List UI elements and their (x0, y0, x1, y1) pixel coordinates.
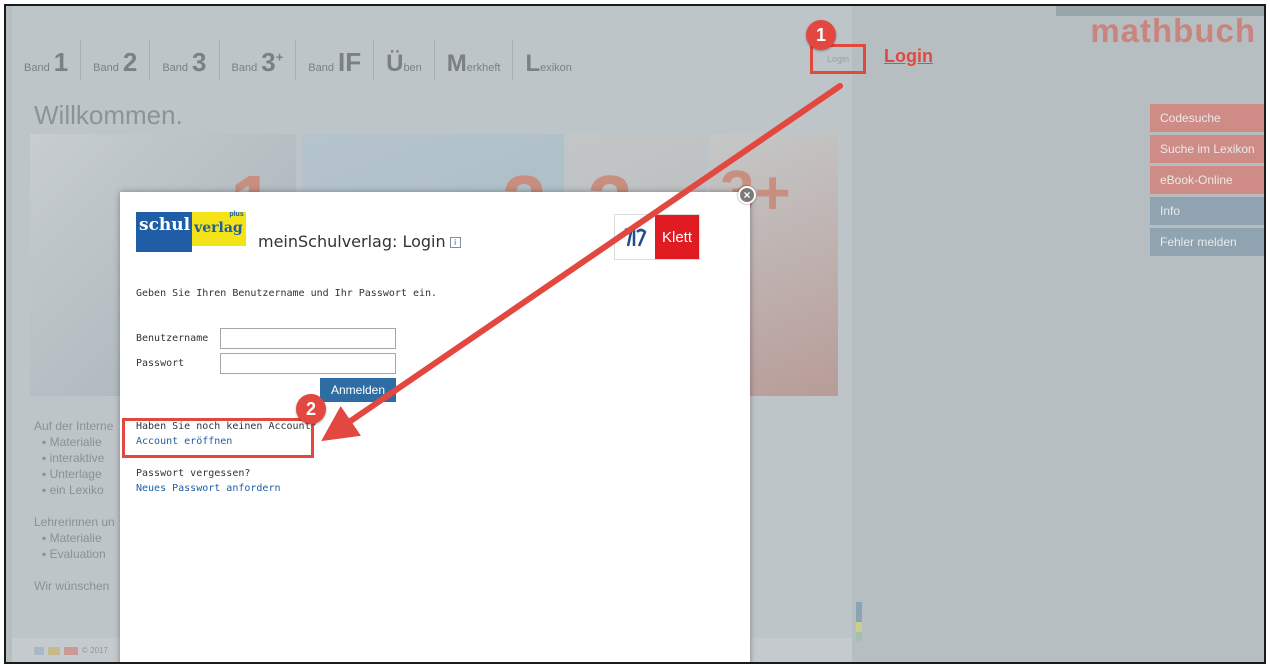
nav-band-1[interactable]: Band 1 (12, 40, 82, 80)
side-item-codesuche[interactable]: Codesuche (1150, 104, 1264, 132)
klett-logo: Klett (614, 214, 700, 260)
schulverlag-logo: schul verlag plus (136, 211, 246, 252)
logo-verlag-text: verlag (194, 220, 243, 236)
top-navigation: Band 1 Band 2 Band 3 Band 3+ Band IF Ü b… (12, 40, 722, 80)
list-item-text: Materialie (49, 531, 102, 545)
nav-band-number: 1 (53, 47, 69, 77)
side-item-info[interactable]: Info (1150, 197, 1264, 225)
list-item-text: ein Lexiko (49, 483, 104, 497)
intro-paragraph: Auf der Interne (34, 419, 114, 433)
list-item-text: interaktive (49, 451, 105, 465)
nav-cap: Ü (386, 50, 404, 77)
nav-band-3-plus[interactable]: Band 3+ (220, 40, 297, 80)
nav-band-sup: + (275, 49, 284, 65)
list-item: ▪ Evaluation (42, 547, 106, 561)
nav-band-if[interactable]: Band IF (296, 40, 375, 80)
list-item: ▪ Materialie (42, 531, 102, 545)
nav-tail: ben (403, 62, 422, 74)
login-annotation-label: Login (884, 46, 933, 66)
nav-band-label: Band (231, 62, 258, 74)
password-row: Passwort (136, 353, 396, 374)
logo-part-verlag: verlag plus (192, 211, 246, 246)
login-instructions: Geben Sie Ihren Benutzername und Ihr Pas… (136, 288, 438, 299)
side-item-label: Info (1160, 204, 1181, 218)
nav-band-number: 2 (122, 47, 138, 77)
nav-tail: erkheft (466, 62, 501, 74)
side-item-lexikon-search[interactable]: Suche im Lexikon (1150, 135, 1264, 163)
klett-mark-icon (615, 215, 655, 259)
nav-band-3[interactable]: Band 3 (150, 40, 220, 80)
footer-logo-icon (64, 646, 78, 655)
login-submit-button[interactable]: Anmelden (320, 378, 396, 402)
logo-part-schul: schul (136, 212, 193, 252)
page-title: Willkommen. (34, 100, 183, 130)
login-link-label: Login (826, 54, 850, 64)
nav-cap: L (525, 50, 541, 77)
list-item-text: Evaluation (49, 547, 106, 561)
teacher-paragraph: Lehrerinnen un (34, 515, 115, 529)
footer-logo-icon (34, 646, 44, 655)
username-input[interactable] (220, 328, 396, 349)
info-icon[interactable]: i (449, 237, 461, 248)
dialog-title-text: meinSchulverlag: Login (258, 232, 446, 251)
step-badge-2: 2 (296, 394, 326, 424)
close-icon[interactable]: × (738, 186, 756, 204)
forgot-password-text: Passwort vergessen? (136, 468, 251, 479)
footer-logo-icon (48, 646, 60, 655)
username-row: Benutzername (136, 328, 396, 349)
nav-merkheft[interactable]: M erkheft (435, 40, 514, 80)
klett-wordmark: Klett (655, 215, 699, 259)
side-menu: Codesuche Suche im Lexikon eBook-Online … (1150, 104, 1264, 259)
dialog-title: meinSchulverlag: Login i (258, 232, 461, 251)
list-item-text: Unterlage (49, 467, 102, 481)
list-item: ▪ Unterlage (42, 467, 102, 481)
nav-band-2[interactable]: Band 2 (81, 40, 151, 80)
mathbuch-logo[interactable]: mathbuch (1056, 6, 1264, 50)
color-bar (856, 602, 862, 642)
nav-band-label: Band (162, 62, 189, 74)
side-item-label: Suche im Lexikon (1160, 142, 1255, 156)
list-item-text: Materialie (49, 435, 102, 449)
klett-mark-svg (624, 228, 647, 247)
intro-text: Auf der Interne ▪ Materialie ▪ interakti… (34, 418, 124, 594)
nav-band-number: 3 (192, 47, 207, 77)
username-label: Benutzername (136, 333, 209, 344)
screenshot-frame: Band 1 Band 2 Band 3 Band 3+ Band IF Ü b… (4, 4, 1266, 664)
list-item: ▪ ein Lexiko (42, 483, 104, 497)
nav-band-number: IF (337, 47, 362, 77)
nav-band-number-value: 3 (261, 47, 276, 77)
side-item-label: Codesuche (1160, 111, 1221, 125)
closing-paragraph: Wir wünschen (34, 579, 110, 593)
nav-band-label: Band (93, 62, 119, 74)
nav-band-label: Band (24, 62, 50, 74)
nav-band-label: Band (308, 62, 334, 74)
footer-copyright: © 2017 (82, 646, 108, 655)
password-label: Passwort (136, 358, 185, 369)
footer-logos: © 2017 (34, 646, 108, 655)
step-badge-1: 1 (806, 20, 836, 50)
side-item-report-error[interactable]: Fehler melden (1150, 228, 1264, 256)
side-item-label: eBook-Online (1160, 173, 1233, 187)
nav-ueben[interactable]: Ü ben (374, 40, 435, 80)
nav-band-number: 3+ (261, 47, 283, 78)
create-account-highlight (122, 418, 314, 458)
side-item-ebook[interactable]: eBook-Online (1150, 166, 1264, 194)
nav-lexikon[interactable]: L exikon (513, 40, 583, 80)
logo-plus-text: plus (229, 211, 244, 218)
nav-cap: M (446, 50, 467, 77)
password-input[interactable] (220, 353, 396, 374)
side-item-label: Fehler melden (1160, 235, 1237, 249)
nav-tail: exikon (540, 62, 572, 74)
list-item: ▪ interaktive (42, 451, 105, 465)
new-password-link[interactable]: Neues Passwort anfordern (136, 483, 281, 494)
brand-text: mathbuch (1090, 12, 1256, 49)
list-item: ▪ Materialie (42, 435, 102, 449)
